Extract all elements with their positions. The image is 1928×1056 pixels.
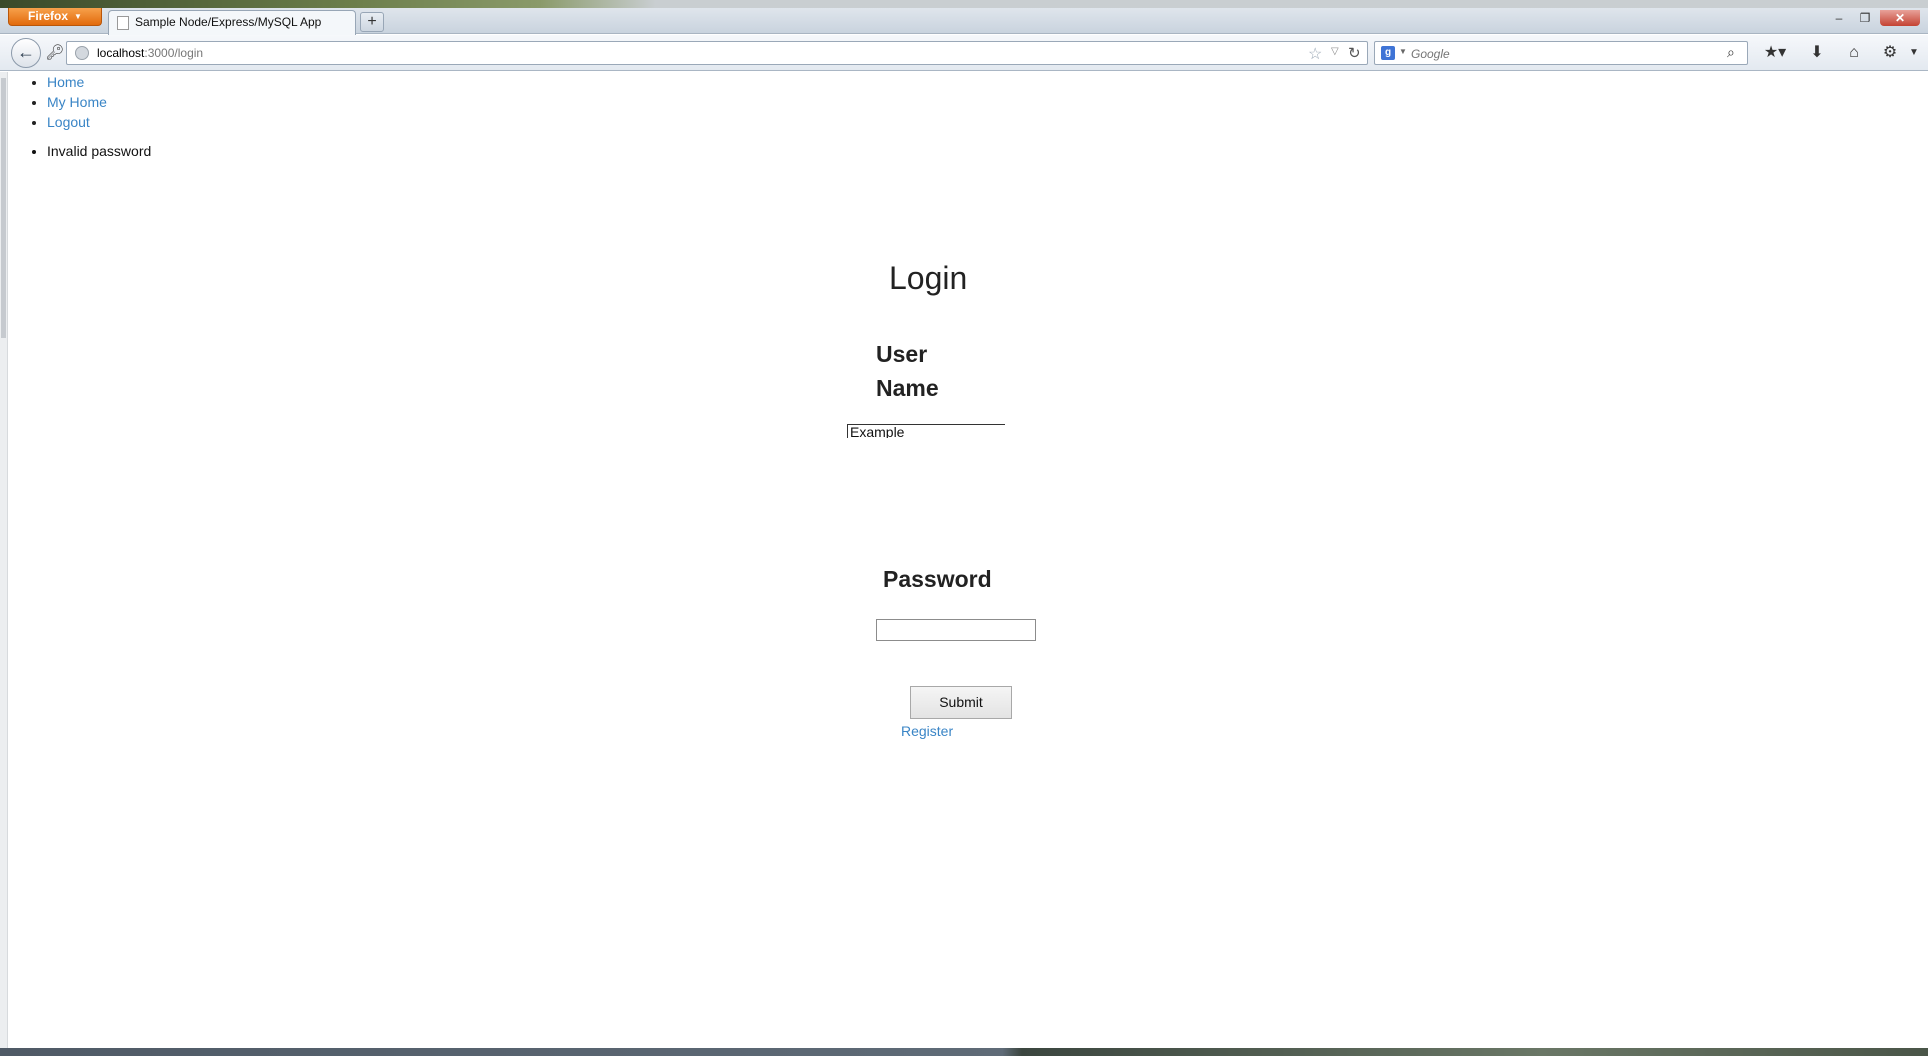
close-window-button[interactable]: ✕	[1880, 10, 1920, 26]
bookmarks-icon[interactable]: ★▾	[1760, 43, 1790, 63]
tab-active[interactable]: Sample Node/Express/MySQL App	[108, 10, 356, 35]
page-favicon-icon	[117, 16, 129, 30]
firefox-menu-label: Firefox	[28, 9, 69, 23]
navigation-toolbar: ← 🔑︎ localhost:3000/login ☆ ▽ ↻ g ▼ ⌕ ★▾…	[0, 35, 1928, 71]
list-item: My Home	[47, 92, 107, 112]
os-taskbar	[0, 1048, 1928, 1056]
url-text[interactable]: localhost:3000/login	[97, 46, 203, 60]
restore-window-button[interactable]: ❐	[1854, 10, 1876, 26]
globe-icon	[75, 46, 89, 60]
minimize-window-button[interactable]: –	[1828, 10, 1850, 26]
tab-bar: Firefox ▼ Sample Node/Express/MySQL App +…	[0, 8, 1928, 35]
nav-link-logout[interactable]: Logout	[47, 114, 90, 130]
chevron-down-icon[interactable]: ▼	[1399, 47, 1407, 56]
url-bar[interactable]: localhost:3000/login ☆ ▽ ↻	[66, 41, 1368, 65]
history-dropdown-icon[interactable]: ▽	[1331, 46, 1339, 57]
desktop-background-strip	[0, 0, 1928, 8]
chevron-down-icon: ▼	[74, 12, 82, 21]
magnifier-icon[interactable]: ⌕	[1727, 44, 1735, 61]
error-message: Invalid password	[47, 141, 151, 161]
key-icon[interactable]: 🔑︎	[44, 43, 66, 63]
username-label: User Name	[876, 341, 939, 401]
search-input[interactable]	[1411, 45, 1711, 63]
new-tab-button[interactable]: +	[360, 12, 384, 32]
scrollbar-thumb[interactable]	[1, 78, 6, 338]
tab-title: Sample Node/Express/MySQL App	[135, 15, 322, 29]
flash-messages: Invalid password	[47, 141, 151, 161]
addon-icon[interactable]: ⚙	[1878, 43, 1902, 63]
site-nav: Home My Home Logout	[47, 72, 107, 132]
list-item: Logout	[47, 112, 107, 132]
google-engine-icon[interactable]: g	[1381, 46, 1395, 60]
firefox-menu-button[interactable]: Firefox ▼	[8, 8, 102, 26]
bookmark-star-icon[interactable]: ☆	[1308, 44, 1322, 64]
back-button[interactable]: ←	[11, 38, 41, 68]
list-item: Home	[47, 72, 107, 92]
username-field[interactable]	[847, 424, 1005, 438]
home-icon[interactable]: ⌂	[1842, 43, 1866, 63]
side-scroll-strip	[0, 72, 8, 1048]
password-label: Password	[883, 566, 992, 592]
chevron-down-icon[interactable]: ▼	[1906, 43, 1922, 63]
url-host: localhost	[97, 46, 145, 60]
nav-link-my-home[interactable]: My Home	[47, 94, 107, 110]
search-bar: g ▼ ⌕	[1374, 41, 1748, 65]
back-arrow-icon: ←	[17, 42, 35, 62]
page-title: Login	[889, 260, 968, 296]
nav-link-home[interactable]: Home	[47, 74, 84, 90]
page-content: Home My Home Logout Invalid password Log…	[9, 72, 1928, 1048]
register-link[interactable]: Register	[901, 723, 953, 739]
download-icon[interactable]: ⬇	[1805, 43, 1829, 63]
submit-button[interactable]: Submit	[910, 686, 1012, 719]
password-field[interactable]	[876, 619, 1036, 641]
reload-icon[interactable]: ↻	[1348, 44, 1361, 62]
url-path: :3000/login	[144, 46, 204, 60]
